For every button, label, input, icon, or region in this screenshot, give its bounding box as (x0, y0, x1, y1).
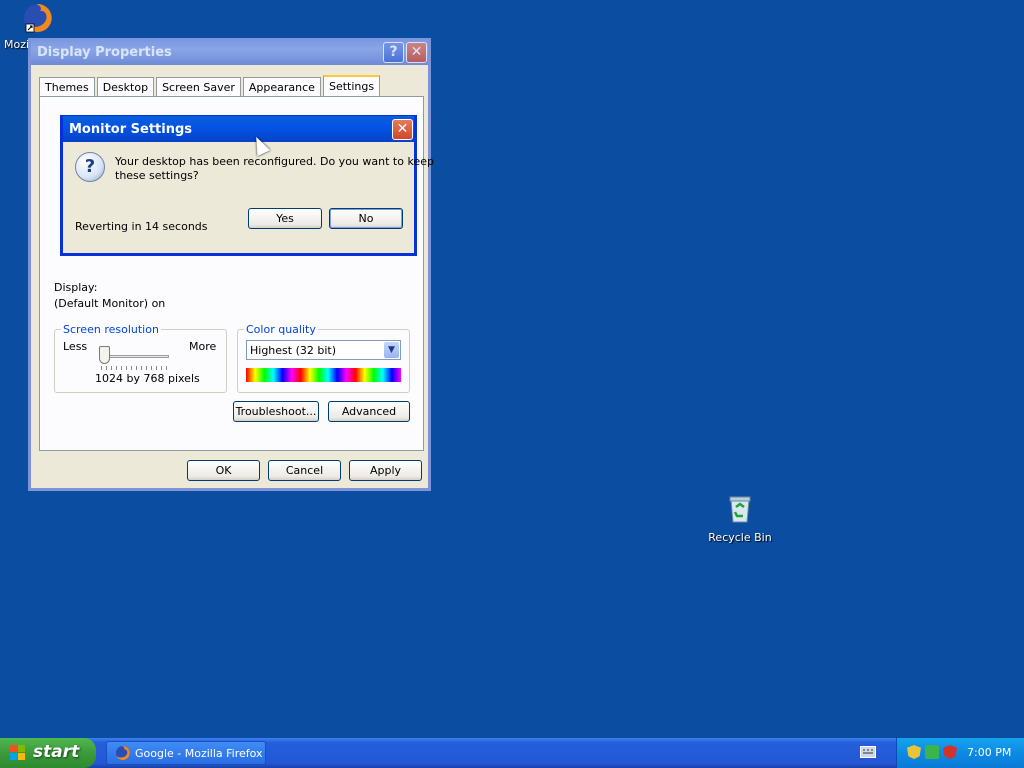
resolution-slider-thumb[interactable] (99, 346, 110, 364)
help-button[interactable]: ? (383, 42, 404, 63)
resolution-slider-ticks (101, 366, 169, 370)
tab-appearance[interactable]: Appearance (242, 77, 321, 97)
tab-strip: Themes Desktop Screen Saver Appearance S… (39, 75, 382, 98)
resolution-more-label: More (189, 340, 217, 353)
monitor-settings-dialog: Monitor Settings ✕ ? Your desktop has be… (60, 115, 434, 256)
firefox-icon (24, 4, 52, 33)
security-alert-icon[interactable] (943, 745, 957, 759)
resolution-value: 1024 by 768 pixels (95, 372, 200, 385)
display-properties-titlebar[interactable]: Display Properties ? ✕ (31, 39, 428, 65)
dialog-close-button[interactable]: ✕ (392, 119, 413, 140)
start-button[interactable]: start (0, 738, 96, 768)
dialog-message-line1: Your desktop has been reconfigured. Do y… (115, 155, 434, 168)
firefox-icon (116, 746, 130, 760)
screen-resolution-group: Screen resolution Less More 1024 by 768 … (54, 323, 227, 393)
dialog-message-line2: these settings? (115, 169, 199, 182)
recycle-bin-label: Recycle Bin (708, 531, 772, 544)
clock[interactable]: 7:00 PM (967, 746, 1011, 759)
display-label: Display: (54, 281, 98, 294)
color-quality-select[interactable]: Highest (32 bit) ▼ (246, 340, 401, 360)
tab-desktop[interactable]: Desktop (96, 77, 155, 97)
troubleshoot-button[interactable]: Troubleshoot... (233, 401, 319, 422)
display-properties-window: Display Properties ? ✕ Themes Desktop Sc… (28, 38, 431, 491)
revert-countdown: Reverting in 14 seconds (75, 220, 208, 233)
screen-resolution-title: Screen resolution (61, 323, 161, 336)
color-quality-value: Highest (32 bit) (250, 344, 337, 357)
color-spectrum-bar (246, 368, 401, 382)
taskbar-item-firefox[interactable]: Google - Mozilla Firefox (106, 741, 266, 765)
dialog-title: Monitor Settings (69, 122, 193, 137)
ok-button[interactable]: OK (187, 460, 260, 481)
color-quality-title: Color quality (244, 323, 318, 336)
question-icon: ? (75, 152, 105, 182)
cancel-button[interactable]: Cancel (268, 460, 341, 481)
keyboard-icon[interactable] (860, 746, 876, 758)
window-title: Display Properties (37, 45, 172, 60)
security-shield-icon[interactable] (907, 745, 921, 759)
start-label: start (33, 742, 80, 762)
recycle-bin-icon (729, 496, 751, 523)
resolution-slider-track[interactable] (101, 355, 169, 358)
close-button[interactable]: ✕ (406, 42, 427, 63)
monitor-settings-titlebar[interactable]: Monitor Settings ✕ (63, 116, 414, 142)
tab-settings[interactable]: Settings (322, 75, 381, 98)
display-value: (Default Monitor) on (54, 297, 166, 310)
windows-logo-icon (10, 745, 27, 761)
apply-button[interactable]: Apply (349, 460, 422, 481)
color-quality-group: Color quality Highest (32 bit) ▼ (237, 323, 410, 393)
network-icon[interactable] (925, 745, 939, 759)
chevron-down-icon[interactable]: ▼ (384, 342, 399, 358)
tab-screen-saver[interactable]: Screen Saver (156, 77, 241, 97)
no-button[interactable]: No (329, 208, 403, 229)
system-tray: 7:00 PM (896, 738, 1024, 768)
taskbar-item-label: Google - Mozilla Firefox (135, 747, 263, 760)
yes-button[interactable]: Yes (248, 208, 322, 229)
taskbar: start Google - Mozilla Firefox 7:00 PM (0, 738, 1024, 768)
resolution-less-label: Less (63, 340, 88, 353)
advanced-button[interactable]: Advanced (328, 401, 410, 422)
recycle-bin-desktop-icon[interactable]: Recycle Bin (706, 494, 774, 544)
tab-themes[interactable]: Themes (39, 77, 95, 97)
